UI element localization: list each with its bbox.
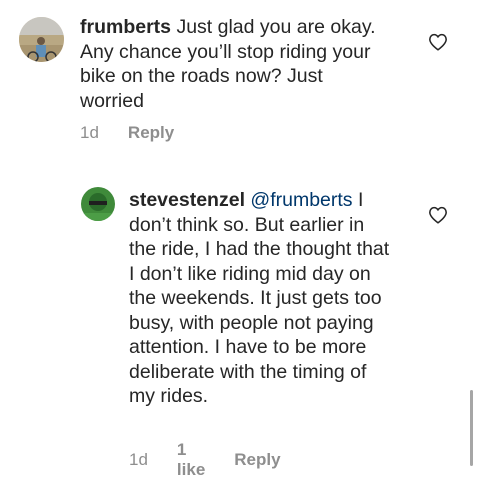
comment-body: I don’t think so. But earlier in the rid… xyxy=(129,189,390,407)
mention-link[interactable]: @frumberts xyxy=(250,189,352,211)
scrollbar[interactable] xyxy=(470,390,473,466)
comment-time: 1d xyxy=(80,123,99,142)
avatar-photo-green xyxy=(81,187,115,221)
comment-text: frumberts Just glad you are okay. Any ch… xyxy=(80,15,385,113)
comment-meta: 1d 1 like Reply xyxy=(129,440,281,480)
comment-username[interactable]: stevestenzel xyxy=(129,189,245,211)
comment-meta: 1d Reply xyxy=(80,123,174,143)
heart-outline-icon[interactable] xyxy=(428,206,448,224)
reply-button[interactable]: Reply xyxy=(128,123,174,143)
avatar[interactable] xyxy=(81,187,115,221)
likes-count[interactable]: 1 like xyxy=(177,440,205,480)
avatar-photo-desert xyxy=(19,17,64,62)
comment-time: 1d xyxy=(129,450,148,469)
avatar[interactable] xyxy=(19,17,64,62)
comment-text: stevestenzel @frumberts I don’t think so… xyxy=(129,188,394,409)
reply-button[interactable]: Reply xyxy=(234,450,280,470)
heart-outline-icon[interactable] xyxy=(428,33,448,51)
comment-username[interactable]: frumberts xyxy=(80,16,171,38)
